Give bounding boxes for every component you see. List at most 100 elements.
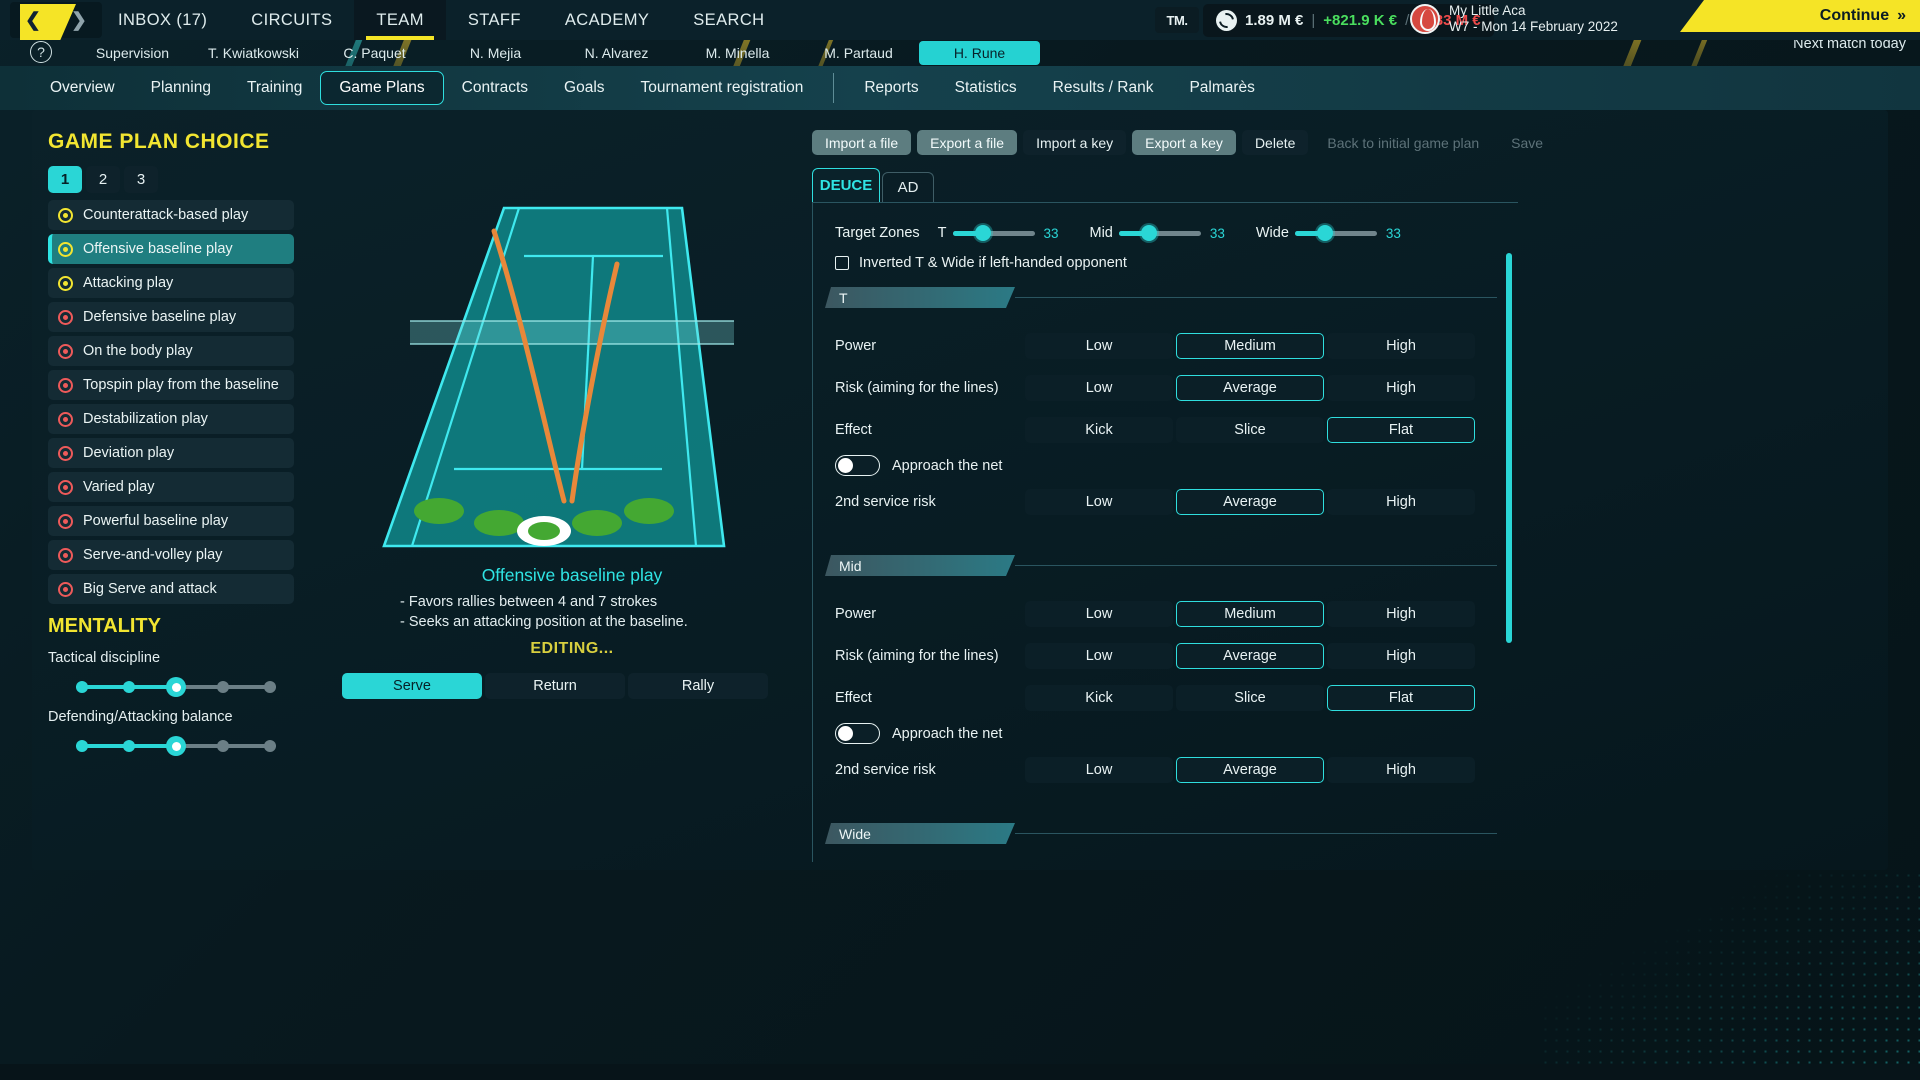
game-plan-item[interactable]: Varied play [48,472,294,502]
slider-dot[interactable] [76,740,88,752]
option-high[interactable]: High [1327,643,1475,669]
menu-item-team[interactable]: TEAM [354,0,445,40]
academy-info[interactable]: My Little Aca W7 - Mon 14 February 2022 [1410,3,1618,35]
second-serve-option-low[interactable]: Low [1025,757,1173,783]
slider-dot[interactable] [166,677,186,697]
phase-button-return[interactable]: Return [485,673,625,699]
slider-dot[interactable] [123,681,135,693]
player-c-paquet[interactable]: C. Paquet [314,45,435,61]
help-icon[interactable]: ? [30,41,52,63]
game-plan-slot-2[interactable]: 2 [86,166,120,193]
option-slice[interactable]: Slice [1176,685,1324,711]
toolbar-import-a-key-button[interactable]: Import a key [1023,130,1126,155]
player-n-alvarez[interactable]: N. Alvarez [556,45,677,61]
second-serve-option-average[interactable]: Average [1176,757,1324,783]
side-tab-ad[interactable]: AD [882,172,934,202]
slider-dot[interactable] [166,736,186,756]
tab-contracts[interactable]: Contracts [444,66,546,110]
game-plan-item[interactable]: Serve-and-volley play [48,540,294,570]
toolbar-delete-button[interactable]: Delete [1242,130,1308,155]
slider-dot[interactable] [217,681,229,693]
game-plan-item[interactable]: On the body play [48,336,294,366]
menu-item-staff[interactable]: STAFF [446,0,543,40]
approach-net-row[interactable]: Approach the net [835,455,1002,476]
second-serve-option-high[interactable]: High [1327,757,1475,783]
game-plan-slot-1[interactable]: 1 [48,166,82,193]
player-t-kwiatkowski[interactable]: T. Kwiatkowski [193,45,314,61]
toolbar-import-a-file-button[interactable]: Import a file [812,130,911,155]
tab-overview[interactable]: Overview [32,66,133,110]
option-high[interactable]: High [1327,375,1475,401]
option-kick[interactable]: Kick [1025,685,1173,711]
toggle-switch-icon[interactable] [835,455,880,476]
slider-dot[interactable] [123,740,135,752]
slider-dot[interactable] [264,740,276,752]
toolbar-back-to-initial-game-plan-button[interactable]: Back to initial game plan [1314,130,1492,155]
game-plan-item[interactable]: Defensive baseline play [48,302,294,332]
game-plan-item[interactable]: Offensive baseline play [48,234,294,264]
tab-goals[interactable]: Goals [546,66,623,110]
option-slice[interactable]: Slice [1176,417,1324,443]
player-supervision[interactable]: Supervision [72,45,193,61]
menu-item-circuits[interactable]: CIRCUITS [229,0,354,40]
tab-statistics[interactable]: Statistics [937,66,1035,110]
zone-slider-t[interactable] [953,225,1035,241]
toolbar-save-button[interactable]: Save [1498,130,1556,155]
game-plan-item[interactable]: Attacking play [48,268,294,298]
option-low[interactable]: Low [1025,333,1173,359]
option-kick[interactable]: Kick [1025,417,1173,443]
second-serve-option-high[interactable]: High [1327,489,1475,515]
phase-button-rally[interactable]: Rally [628,673,768,699]
zone-slider-wide[interactable] [1295,225,1377,241]
menu-item-inbox[interactable]: INBOX (17) [96,0,229,40]
approach-net-row[interactable]: Approach the net [835,723,1002,744]
tactical-discipline-slider[interactable] [76,678,276,696]
defending-attacking-slider[interactable] [76,737,276,755]
slider-dot[interactable] [264,681,276,693]
chevron-left-icon[interactable]: ❮ [10,9,56,32]
side-tab-deuce[interactable]: DEUCE [812,168,880,202]
game-plan-item[interactable]: Counterattack-based play [48,200,294,230]
tab-planning[interactable]: Planning [133,66,229,110]
tab-training[interactable]: Training [229,66,320,110]
tab-reports[interactable]: Reports [846,66,936,110]
option-low[interactable]: Low [1025,375,1173,401]
player-m-minella[interactable]: M. Minella [677,45,798,61]
tab-game-plans[interactable]: Game Plans [320,71,443,105]
option-medium[interactable]: Medium [1176,601,1324,627]
option-low[interactable]: Low [1025,643,1173,669]
continue-button[interactable]: Continue » [1680,0,1920,32]
option-flat[interactable]: Flat [1327,417,1475,443]
option-high[interactable]: High [1327,601,1475,627]
game-plan-item[interactable]: Deviation play [48,438,294,468]
chevron-right-icon[interactable]: ❯ [56,9,102,32]
menu-item-search[interactable]: SEARCH [671,0,786,40]
zone-slider-mid[interactable] [1119,225,1201,241]
option-high[interactable]: High [1327,333,1475,359]
game-plan-item[interactable]: Powerful baseline play [48,506,294,536]
toolbar-export-a-file-button[interactable]: Export a file [917,130,1017,155]
tab-tournament-registration[interactable]: Tournament registration [623,66,822,110]
game-plan-item[interactable]: Big Serve and attack [48,574,294,604]
option-average[interactable]: Average [1176,375,1324,401]
toggle-switch-icon[interactable] [835,723,880,744]
menu-item-academy[interactable]: ACADEMY [543,0,671,40]
game-plan-item[interactable]: Destabilization play [48,404,294,434]
tab-results-rank[interactable]: Results / Rank [1035,66,1172,110]
second-serve-option-low[interactable]: Low [1025,489,1173,515]
tab-palmar-s[interactable]: Palmarès [1171,66,1272,110]
second-serve-option-average[interactable]: Average [1176,489,1324,515]
game-plan-item[interactable]: Topspin play from the baseline [48,370,294,400]
option-average[interactable]: Average [1176,643,1324,669]
phase-button-serve[interactable]: Serve [342,673,482,699]
option-medium[interactable]: Medium [1176,333,1324,359]
player-m-partaud[interactable]: M. Partaud [798,45,919,61]
scrollbar-thumb[interactable] [1506,253,1512,643]
option-flat[interactable]: Flat [1327,685,1475,711]
option-low[interactable]: Low [1025,601,1173,627]
slider-dot[interactable] [76,681,88,693]
game-plan-slot-3[interactable]: 3 [124,166,158,193]
player-h-rune[interactable]: H. Rune [919,41,1040,65]
player-n-mejia[interactable]: N. Mejia [435,45,556,61]
slider-dot[interactable] [217,740,229,752]
